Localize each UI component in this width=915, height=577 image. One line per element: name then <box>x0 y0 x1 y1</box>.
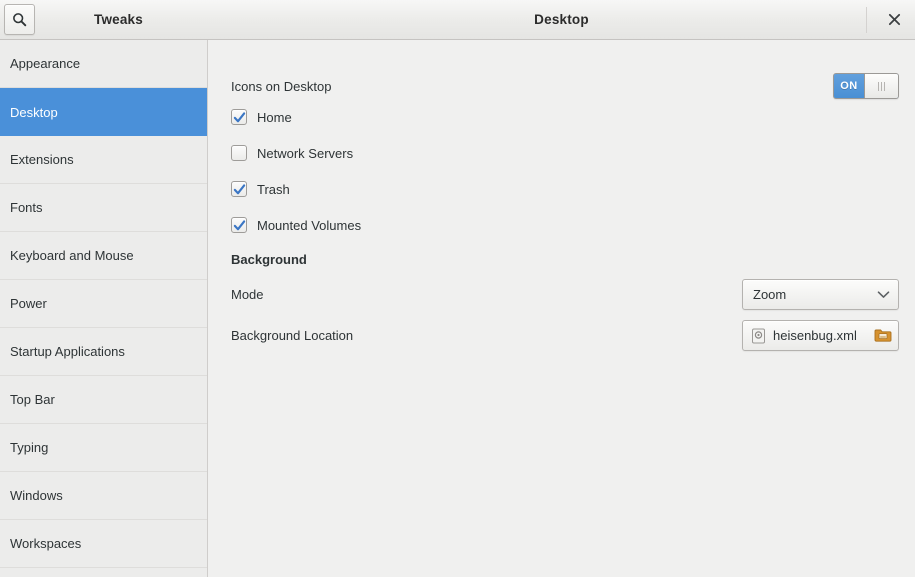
checkbox-row-network-servers[interactable]: Network Servers <box>231 145 899 161</box>
checkbox-row-trash[interactable]: Trash <box>231 181 899 197</box>
search-button[interactable] <box>4 4 35 35</box>
sidebar-item-extensions[interactable]: Extensions <box>0 136 207 184</box>
app-title: Tweaks <box>94 12 143 27</box>
folder-icon[interactable] <box>874 328 892 343</box>
icons-on-desktop-toggle[interactable]: ON <box>833 73 899 99</box>
home-checkbox-label: Home <box>257 109 292 125</box>
background-location-label: Background Location <box>231 328 354 343</box>
sidebar-item-label: Startup Applications <box>10 344 125 359</box>
close-icon <box>888 13 901 26</box>
sidebar-item-top-bar[interactable]: Top Bar <box>0 376 207 424</box>
sidebar: Appearance Desktop Extensions Fonts Keyb… <box>0 40 208 577</box>
sidebar-item-label: Appearance <box>10 56 81 71</box>
background-section-heading-row: Background <box>231 252 899 267</box>
toggle-state-label: ON <box>834 74 864 98</box>
trash-checkbox-label: Trash <box>257 181 290 197</box>
search-icon <box>12 12 27 27</box>
sidebar-item-keyboard-and-mouse[interactable]: Keyboard and Mouse <box>0 232 207 280</box>
header-divider <box>866 7 867 33</box>
trash-checkbox[interactable] <box>231 181 247 197</box>
background-section-heading: Background <box>231 252 307 267</box>
icons-on-desktop-row: Icons on Desktop ON <box>231 73 899 99</box>
network-servers-checkbox-label: Network Servers <box>257 145 354 161</box>
document-icon <box>751 328 766 344</box>
page-title: Desktop <box>534 12 589 27</box>
checkbox-row-home[interactable]: Home <box>231 109 899 125</box>
header-left-pane: Tweaks <box>0 0 208 39</box>
checkmark-icon <box>233 111 245 122</box>
mode-dropdown-value: Zoom <box>753 287 787 302</box>
sidebar-item-windows[interactable]: Windows <box>0 472 207 520</box>
header-right-pane: Desktop <box>208 0 915 39</box>
background-location-file-chooser[interactable]: heisenbug.xml <box>742 320 899 351</box>
sidebar-item-fonts[interactable]: Fonts <box>0 184 207 232</box>
network-servers-checkbox[interactable] <box>231 145 247 161</box>
window-body: Appearance Desktop Extensions Fonts Keyb… <box>0 40 915 577</box>
checkmark-icon <box>233 219 245 230</box>
sidebar-item-label: Desktop <box>10 104 58 120</box>
home-checkbox[interactable] <box>231 109 247 125</box>
mode-label: Mode <box>231 287 264 302</box>
sidebar-item-desktop[interactable]: Desktop <box>0 88 207 136</box>
background-location-row: Background Location heisenbug.xml <box>231 320 899 351</box>
close-button[interactable] <box>883 9 905 31</box>
content-pane: Icons on Desktop ON Home Network Servers… <box>208 40 915 577</box>
sidebar-item-label: Power <box>10 296 47 311</box>
icons-on-desktop-label: Icons on Desktop <box>231 78 332 94</box>
tweaks-window: Tweaks Desktop Appearance Desktop Extens… <box>0 0 915 577</box>
sidebar-item-label: Extensions <box>10 152 74 167</box>
sidebar-item-typing[interactable]: Typing <box>0 424 207 472</box>
sidebar-item-label: Typing <box>10 440 49 455</box>
sidebar-item-label: Keyboard and Mouse <box>10 248 134 263</box>
sidebar-item-startup-applications[interactable]: Startup Applications <box>0 328 207 376</box>
sidebar-item-label: Top Bar <box>10 392 55 407</box>
header-bar: Tweaks Desktop <box>0 0 915 40</box>
sidebar-item-label: Workspaces <box>10 536 82 551</box>
sidebar-item-workspaces[interactable]: Workspaces <box>0 520 207 568</box>
mode-dropdown[interactable]: Zoom <box>742 279 899 310</box>
toggle-knob[interactable] <box>864 74 898 98</box>
checkmark-icon <box>233 183 245 194</box>
sidebar-item-appearance[interactable]: Appearance <box>0 40 207 88</box>
sidebar-item-power[interactable]: Power <box>0 280 207 328</box>
mounted-volumes-checkbox-label: Mounted Volumes <box>257 217 362 233</box>
mounted-volumes-checkbox[interactable] <box>231 217 247 233</box>
checkbox-row-mounted-volumes[interactable]: Mounted Volumes <box>231 217 899 233</box>
background-location-filename: heisenbug.xml <box>773 328 857 343</box>
chevron-down-icon <box>877 290 890 299</box>
sidebar-item-label: Windows <box>10 488 63 503</box>
sidebar-item-label: Fonts <box>10 200 43 215</box>
mode-row: Mode Zoom <box>231 279 899 310</box>
